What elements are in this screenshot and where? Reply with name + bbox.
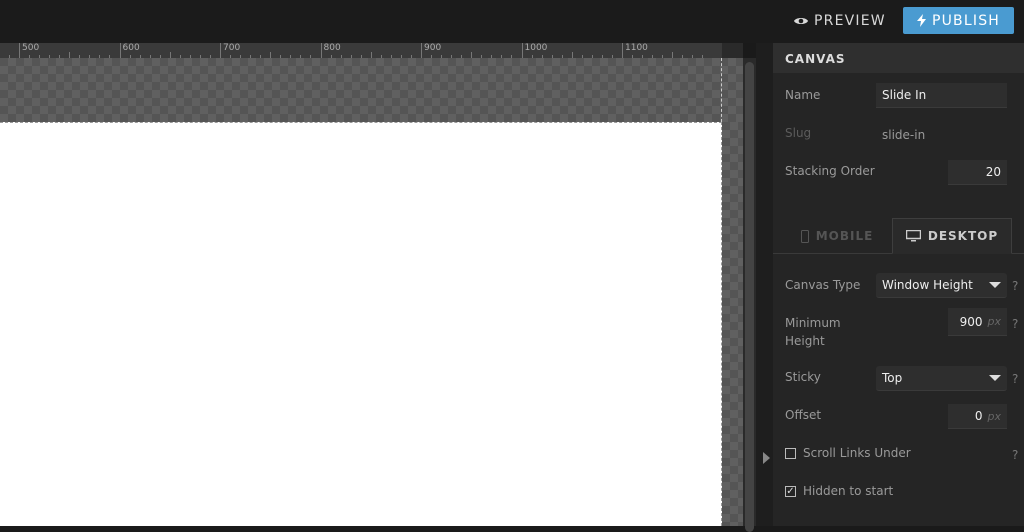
- offset-label: Offset: [785, 408, 822, 422]
- ruler-label: 1100: [622, 43, 648, 58]
- canvas-settings-panel: CANVAS Name Slide In Slug slide-in Stack…: [773, 43, 1024, 526]
- panel-title: CANVAS: [773, 43, 1024, 73]
- canvas-overflow-right: [722, 122, 743, 526]
- chevron-down-icon: [989, 375, 1001, 381]
- scroll-links-under-label: Scroll Links Under: [803, 446, 911, 460]
- stacking-order-input[interactable]: 20: [948, 160, 1007, 185]
- offset-value: 0: [974, 409, 983, 423]
- horizontal-ruler: 500 600 700 800 900 1000 1100: [0, 43, 722, 58]
- name-label: Name: [785, 88, 821, 102]
- tab-desktop[interactable]: DESKTOP: [892, 218, 1012, 254]
- sticky-label: Sticky: [785, 370, 821, 384]
- publish-button[interactable]: PUBLISH: [903, 7, 1014, 34]
- canvas-type-value: Window Height: [882, 278, 973, 292]
- ruler-label: 1000: [521, 43, 547, 58]
- vertical-scrollbar[interactable]: [743, 58, 756, 532]
- slug-value: slide-in: [882, 128, 926, 142]
- tab-mobile[interactable]: MOBILE: [783, 218, 891, 254]
- stacking-order-label: Stacking Order: [785, 164, 875, 178]
- publish-label: PUBLISH: [931, 12, 1001, 29]
- tab-desktop-label: DESKTOP: [927, 229, 999, 243]
- unit-label: px: [987, 409, 1002, 423]
- device-tabs: MOBILE DESKTOP: [773, 218, 1024, 254]
- sticky-select[interactable]: Top: [876, 366, 1007, 391]
- offset-input[interactable]: 0 px: [948, 404, 1007, 429]
- eye-icon: [794, 18, 808, 24]
- minimum-height-label: Minimum Height: [785, 316, 841, 348]
- canvas-type-label: Canvas Type: [785, 278, 861, 292]
- scrollbar-thumb[interactable]: [745, 62, 754, 532]
- lightning-icon: [916, 14, 926, 27]
- hidden-to-start-checkbox[interactable]: ✓: [785, 486, 796, 497]
- expand-panel-arrow-icon[interactable]: [763, 452, 770, 464]
- unit-label: px: [987, 315, 1002, 328]
- canvas-edge-guide: [721, 58, 722, 122]
- minimum-height-value: 900: [959, 314, 983, 329]
- ruler-corner: [722, 43, 743, 58]
- preview-label: PREVIEW: [814, 13, 886, 29]
- preview-button[interactable]: PREVIEW: [794, 11, 886, 31]
- mobile-icon: [800, 229, 809, 243]
- canvas-overflow-top: [0, 58, 743, 122]
- design-canvas[interactable]: [0, 122, 722, 526]
- chevron-down-icon: [989, 282, 1001, 288]
- hidden-to-start-label: Hidden to start: [803, 484, 894, 498]
- help-icon[interactable]: ?: [1012, 279, 1018, 293]
- top-bar: PREVIEW PUBLISH: [0, 0, 1024, 43]
- tab-mobile-label: MOBILE: [815, 229, 874, 243]
- sticky-value: Top: [882, 371, 903, 385]
- canvas-type-select[interactable]: Window Height: [876, 273, 1007, 298]
- help-icon[interactable]: ?: [1012, 317, 1018, 331]
- scroll-links-under-checkbox[interactable]: [785, 448, 796, 459]
- name-input[interactable]: Slide In: [876, 83, 1007, 108]
- desktop-icon: [905, 230, 921, 242]
- help-icon[interactable]: ?: [1012, 448, 1018, 462]
- minimum-height-input[interactable]: 900 px: [948, 308, 1007, 336]
- slug-label: Slug: [785, 126, 812, 140]
- help-icon[interactable]: ?: [1012, 372, 1018, 386]
